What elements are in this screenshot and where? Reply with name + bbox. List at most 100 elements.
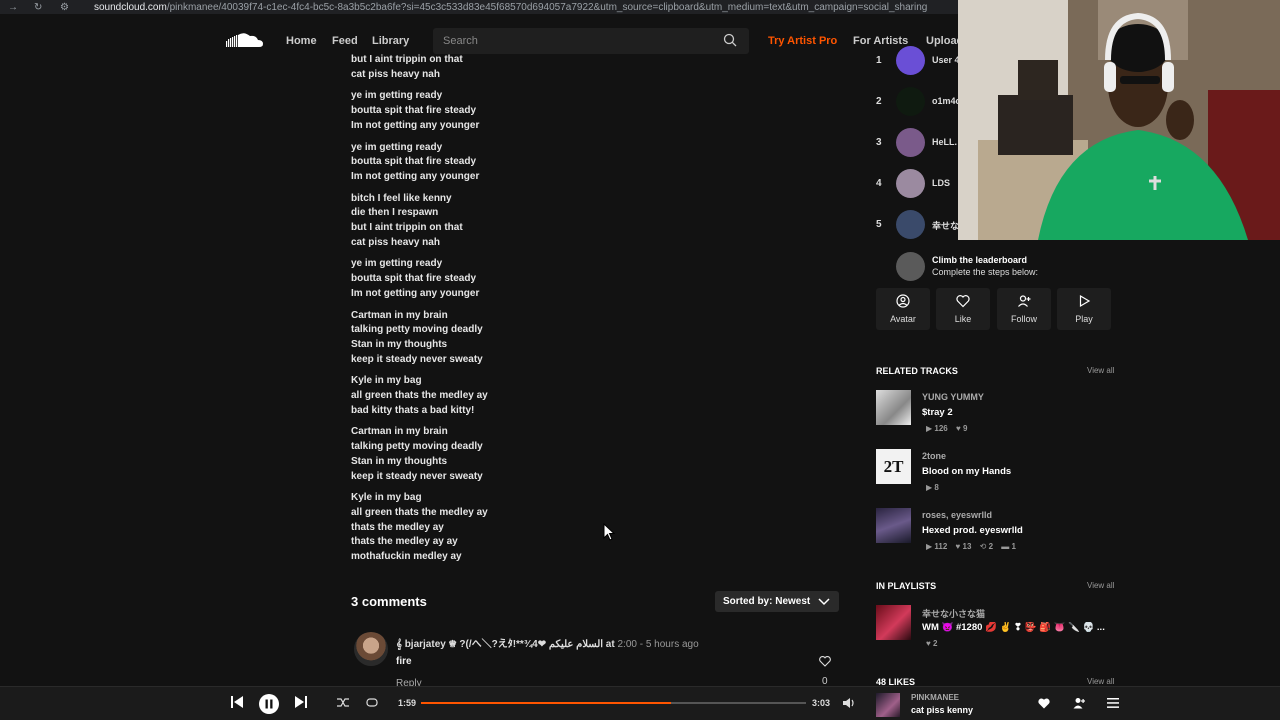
related-track-artist[interactable]: roses, eyeswrlld xyxy=(922,510,992,520)
lyric-line: boutta spit that fire steady xyxy=(351,273,477,285)
now-playing-title[interactable]: cat piss kenny xyxy=(911,705,973,715)
lyric-line: die then I respawn xyxy=(351,207,439,219)
user-circle-icon xyxy=(896,294,910,308)
lyric-line: Im not getting any younger xyxy=(351,170,480,182)
try-artist-pro-link[interactable]: Try Artist Pro xyxy=(768,35,837,47)
follow-user-icon xyxy=(1018,295,1031,307)
elapsed-time: 1:59 xyxy=(398,698,417,708)
leaderboard-rank: 4 xyxy=(876,178,882,189)
next-track-icon[interactable] xyxy=(295,695,307,709)
comment-body: fire xyxy=(396,656,412,667)
playlist-owner[interactable]: 幸せな小さな猫 xyxy=(922,607,985,620)
lyric-line: Stan in my thoughts xyxy=(351,338,448,350)
related-track-artwork[interactable] xyxy=(876,390,911,425)
playlist-title[interactable]: WM 👿 #1280 💋 ✌ ❣ 👺 🎒 👅 🔪 💀 ... xyxy=(922,622,1112,633)
comment-count: ▬ 1 xyxy=(1001,542,1016,551)
nav-for-artists[interactable]: For Artists xyxy=(853,35,908,47)
search-placeholder: Search xyxy=(443,35,478,47)
url-path: /pinkmanee/40039f74-c1ec-4fc4-bc5c-8a3b5… xyxy=(166,1,928,13)
related-track-artwork[interactable]: 2T xyxy=(876,449,911,484)
soundcloud-logo-icon[interactable] xyxy=(226,32,264,48)
comment-avatar[interactable] xyxy=(354,632,388,666)
leaderboard-avatar[interactable] xyxy=(896,169,925,198)
leaderboard-avatar[interactable] xyxy=(896,210,925,239)
comment-meta: 𝄞 bjarjatey ♛ ?(/へ＼?えﾀ!**¾4❤ السلام عليك… xyxy=(396,635,716,650)
like-count: ♥ 2 xyxy=(926,639,938,648)
your-avatar-placeholder xyxy=(896,252,925,281)
follow-step-button[interactable]: Follow xyxy=(997,288,1051,330)
reload-icon[interactable]: ↻ xyxy=(34,2,52,13)
like-heart-icon[interactable] xyxy=(1038,698,1050,709)
comment-author[interactable]: 𝄞 bjarjatey ♛ ?(/へ＼?えﾀ!**¾4❤ السلام عليك… xyxy=(396,639,615,650)
comment-age: - 5 hours ago xyxy=(639,639,699,650)
likes-view-all-link[interactable]: View all xyxy=(1087,677,1114,686)
leaderboard-rank: 5 xyxy=(876,219,882,230)
related-track-title[interactable]: Hexed prod. eyeswrlld xyxy=(922,525,1023,536)
forward-icon[interactable]: → xyxy=(8,2,26,13)
shuffle-icon[interactable] xyxy=(337,697,349,708)
avatar-step-button[interactable]: Avatar xyxy=(876,288,930,330)
play-count: ▶ 112 xyxy=(926,542,948,551)
nav-library[interactable]: Library xyxy=(372,35,409,47)
like-step-button[interactable]: Like xyxy=(936,288,990,330)
pause-icon[interactable] xyxy=(258,693,280,715)
like-count: ♥ 13 xyxy=(955,542,972,551)
now-playing-artwork[interactable] xyxy=(876,693,900,717)
lyric-line: talking petty moving deadly xyxy=(351,441,483,453)
comments-count-heading: 3 comments xyxy=(351,594,427,609)
play-step-button[interactable]: Play xyxy=(1057,288,1111,330)
playlist-artwork[interactable] xyxy=(876,605,911,640)
play-count: ▶ 126 xyxy=(926,424,948,433)
related-track-title[interactable]: $tray 2 xyxy=(922,407,953,418)
leaderboard-username[interactable]: 幸せな xyxy=(932,219,958,232)
leaderboard-username[interactable]: o1m4c xyxy=(932,96,958,106)
mouse-pointer-icon xyxy=(603,523,615,541)
sort-comments-dropdown[interactable]: Sorted by: Newest xyxy=(715,591,839,612)
playlists-view-all-link[interactable]: View all xyxy=(1087,581,1114,590)
lyric-line: cat piss heavy nah xyxy=(351,68,440,80)
follow-user-icon[interactable] xyxy=(1073,697,1085,709)
repeat-icon[interactable] xyxy=(366,697,378,708)
climb-leaderboard-title: Climb the leaderboard xyxy=(932,255,1028,265)
now-playing-artist[interactable]: PINKMANEE xyxy=(911,693,959,702)
search-icon[interactable] xyxy=(723,33,737,47)
lyrics-stanza: ye im getting ready boutta spit that fire… xyxy=(351,141,651,185)
leaderboard-username[interactable]: LDS xyxy=(932,178,958,188)
progress-bar[interactable] xyxy=(421,702,806,704)
lyrics-stanza: ye im getting ready boutta spit that fire… xyxy=(351,257,651,301)
related-track-artwork[interactable] xyxy=(876,508,911,543)
lyrics-stanza: Cartman in my brain talking petty moving … xyxy=(351,425,651,484)
lyric-line: but I aint trippin on that xyxy=(351,54,463,65)
search-input[interactable]: Search xyxy=(433,28,749,54)
lyric-line: ye im getting ready xyxy=(351,258,443,270)
progress-fill xyxy=(421,702,672,704)
leaderboard-rank: 3 xyxy=(876,137,882,148)
previous-track-icon[interactable] xyxy=(231,695,243,709)
related-track-artist[interactable]: 2tone xyxy=(922,451,946,461)
nav-feed[interactable]: Feed xyxy=(332,35,358,47)
volume-icon[interactable] xyxy=(843,697,856,709)
url-field[interactable]: soundcloud.com/pinkmanee/40039f74-c1ec-4… xyxy=(94,2,974,13)
leaderboard-avatar[interactable] xyxy=(896,87,925,116)
leaderboard-username[interactable]: User 4 xyxy=(932,55,958,65)
in-playlists-heading: IN PLAYLISTS xyxy=(876,581,937,591)
comment-like-heart-icon[interactable] xyxy=(819,656,831,667)
site-settings-icon[interactable]: ⚙ xyxy=(60,2,78,13)
related-track-stats: ▶ 8 xyxy=(926,483,945,492)
comment-timestamp[interactable]: 2:00 xyxy=(617,639,636,650)
play-step-label: Play xyxy=(1075,314,1093,324)
leaderboard-rank: 2 xyxy=(876,96,882,107)
related-track-artist[interactable]: YUNG YUMMY xyxy=(922,392,984,402)
leaderboard-avatar[interactable] xyxy=(896,128,925,157)
related-view-all-link[interactable]: View all xyxy=(1087,366,1114,375)
heart-icon xyxy=(956,295,970,308)
lyric-line: keep it steady never sweaty xyxy=(351,470,483,482)
leaderboard-username[interactable]: HeLL. xyxy=(932,137,958,147)
leaderboard-avatar[interactable] xyxy=(896,46,925,75)
url-host: soundcloud.com xyxy=(94,1,167,13)
nav-home[interactable]: Home xyxy=(286,35,317,47)
lyric-line: boutta spit that fire steady xyxy=(351,156,477,168)
queue-list-icon[interactable] xyxy=(1107,697,1119,709)
track-duration: 3:03 xyxy=(812,698,831,708)
related-track-title[interactable]: Blood on my Hands xyxy=(922,466,1011,477)
